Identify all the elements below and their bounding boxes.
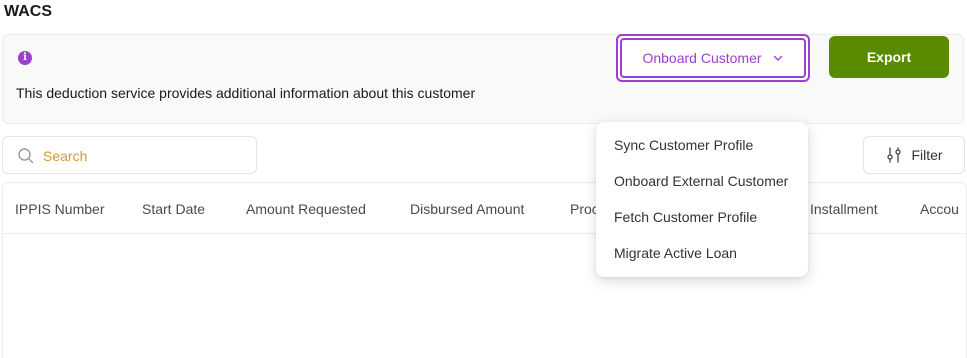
onboard-customer-button[interactable]: Onboard Customer (620, 38, 806, 78)
export-label: Export (866, 49, 912, 65)
column-header[interactable]: Disbursed Amount (410, 201, 524, 217)
column-header[interactable]: Installment (810, 201, 878, 217)
search-input[interactable]: Search (2, 136, 257, 174)
menu-item-fetch-customer-profile[interactable]: Fetch Customer Profile (614, 209, 757, 225)
page-title: WACS (4, 3, 52, 20)
export-button[interactable]: Export (829, 36, 949, 78)
info-banner: i This deduction service provides additi… (2, 34, 964, 124)
filter-button[interactable]: Filter (863, 136, 965, 174)
chevron-down-icon (773, 55, 782, 61)
onboard-customer-focus-ring: Onboard Customer (616, 34, 810, 82)
data-table: IPPIS Number Start Date Amount Requested… (2, 182, 967, 358)
column-header[interactable]: Proc (570, 201, 599, 217)
info-text: This deduction service provides addition… (16, 85, 476, 101)
sliders-icon (887, 147, 902, 163)
onboard-dropdown-menu: Sync Customer Profile Onboard External C… (596, 122, 808, 277)
search-icon (18, 148, 34, 164)
menu-item-sync-customer-profile[interactable]: Sync Customer Profile (614, 137, 753, 153)
table-header: IPPIS Number Start Date Amount Requested… (3, 183, 966, 234)
info-icon: i (18, 51, 32, 65)
column-header[interactable]: Accou (920, 201, 959, 217)
page: WACS i This deduction service provides a… (0, 0, 967, 358)
column-header[interactable]: IPPIS Number (15, 201, 104, 217)
menu-item-onboard-external-customer[interactable]: Onboard External Customer (614, 173, 788, 189)
menu-item-migrate-active-loan[interactable]: Migrate Active Loan (614, 245, 737, 261)
onboard-customer-label: Onboard Customer (642, 50, 762, 66)
column-header[interactable]: Amount Requested (246, 201, 366, 217)
search-placeholder: Search (43, 148, 88, 164)
filter-label: Filter (911, 147, 943, 163)
column-header[interactable]: Start Date (142, 201, 205, 217)
